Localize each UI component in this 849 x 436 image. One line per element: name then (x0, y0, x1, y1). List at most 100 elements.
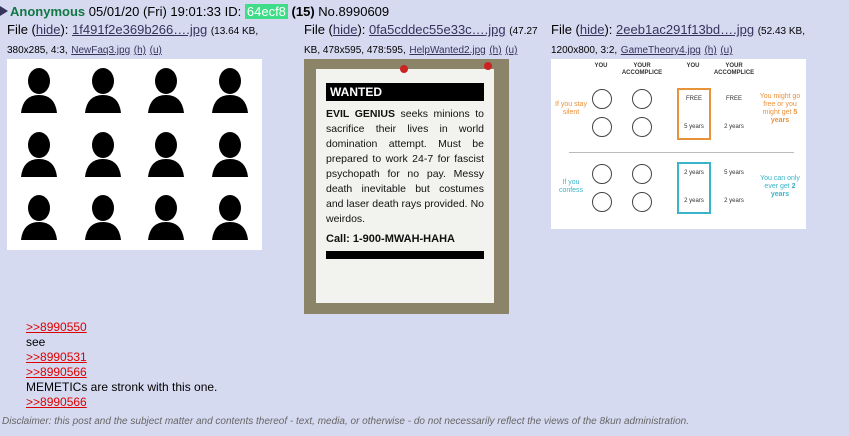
faq-label: WriteFag (147, 112, 186, 121)
file-info-1: File (hide): 1f491f2e369b266….jpg (13.64… (7, 21, 277, 59)
faq-cell: WriteFag (135, 59, 199, 123)
unhide-link[interactable]: (u) (720, 45, 732, 56)
quote-link[interactable]: >>8990550 (26, 320, 87, 334)
quote-link[interactable]: >>8990531 (26, 350, 87, 364)
file-name-link[interactable]: 2eeb1ac291f13bd….jpg (616, 22, 754, 37)
quote-link[interactable]: >>8990566 (26, 365, 87, 379)
outcome-free-2: FREE (725, 96, 742, 102)
silhouette-icon (20, 68, 57, 113)
original-filename-link[interactable]: GameTheory4.jpg (621, 45, 701, 56)
silhouette-icon (84, 195, 121, 241)
shocked-face-icon (632, 117, 652, 137)
label-confess: If you confess (558, 179, 584, 194)
separator: ): (357, 22, 370, 37)
faq-cell: EuroFag (198, 59, 262, 123)
file-meta-2: 380x285, 4:3, (7, 45, 68, 56)
note-confess: You can only ever get 2 years (757, 175, 803, 199)
faq-cell: PhotoFag (135, 186, 199, 250)
faq-label: MovieFag (210, 240, 250, 248)
faq-label: PhotoFag (146, 240, 186, 248)
outcome-two: 2 years (724, 124, 744, 130)
hide-file-link[interactable]: hide (36, 22, 61, 37)
unhide-link[interactable]: (u) (150, 45, 162, 56)
neutral-face-icon (592, 117, 612, 137)
post-body: >>8990550 see >>8990531 >>8990566 MEMETI… (26, 320, 217, 410)
label-stay-silent: If you stay silent (555, 101, 587, 116)
neutral-face-icon (592, 89, 612, 109)
file-name-link[interactable]: 0fa5cddec55e33c….jpg (369, 22, 506, 37)
post-header: Anonymous 05/01/20 (Fri) 19:01:33 ID: 64… (0, 4, 389, 20)
file-meta: (13.64 KB, (210, 26, 259, 37)
faq-label: VeganFag (209, 176, 251, 185)
file-name-link[interactable]: 1f491f2e369b266….jpg (72, 22, 207, 37)
wanted-poster: WANTED EVIL GENIUS seeks minions to sacr… (316, 69, 494, 303)
reply-count: (15) (291, 4, 315, 19)
hide-image-link[interactable]: (h) (489, 45, 501, 56)
hide-file-link[interactable]: hide (333, 22, 358, 37)
thumbnail-gametheory[interactable]: YOU YOUR ACCOMPLICE YOU YOUR ACCOMPLICE … (551, 59, 806, 229)
shocked-face-icon (592, 192, 612, 212)
faq-label: ArtFag (88, 112, 118, 121)
quote-link[interactable]: >>8990566 (26, 395, 87, 409)
faq-label: ITFag (28, 240, 50, 248)
faq-label: EuroFag (212, 112, 248, 121)
outcome-two-3: 2 years (684, 170, 704, 176)
wanted-call: Call: 1-900-MWAH-HAHA (326, 233, 455, 245)
post-number-link[interactable]: No.8990609 (318, 4, 389, 19)
silhouette-icon (148, 195, 185, 241)
pushpin-icon (400, 65, 408, 73)
post-date: 05/01/20 (Fri) 19:01:33 (88, 4, 221, 19)
separator: ): (60, 22, 73, 37)
outcome-free: FREE (685, 96, 702, 102)
faq-cell: ArmyFags (71, 186, 135, 250)
faq-cell: MoralFag (7, 59, 71, 123)
wanted-body: EVIL GENIUS seeks minions to sacrifice t… (326, 107, 484, 227)
original-filename-link[interactable]: NewFaq3.jpg (71, 45, 130, 56)
file-meta-2: 1200x800, 3:2, (551, 45, 618, 56)
poster-id-badge[interactable]: 64ecf8 (244, 4, 288, 19)
file-info-3: File (hide): 2eeb1ac291f13bd….jpg (52.43… (551, 21, 841, 59)
outcome-two-4: 2 years (684, 198, 704, 204)
file-label: File ( (7, 22, 36, 37)
faq-label: OldFag (151, 176, 182, 185)
faq-cell: OldFag (135, 123, 199, 187)
post-menu-arrow-icon[interactable] (0, 6, 8, 16)
original-filename-link[interactable]: HelpWanted2.jpg (409, 45, 485, 56)
separator: ): (604, 22, 617, 37)
faq-label: DrawFag (20, 176, 58, 185)
poster-name: Anonymous (10, 4, 86, 19)
file-meta: (47.27 (509, 26, 538, 37)
file-info-2: File (hide): 0fa5cddec55e33c….jpg (47.27… (304, 21, 544, 59)
file-label: File ( (551, 22, 580, 37)
thumbnail-helpwanted[interactable]: WANTED EVIL GENIUS seeks minions to sacr… (304, 59, 509, 314)
unhide-link[interactable]: (u) (505, 45, 517, 56)
silhouette-icon (212, 131, 249, 177)
wanted-title: WANTED (326, 83, 484, 101)
silhouette-icon (84, 68, 121, 113)
outcome-five-2: 5 years (724, 170, 744, 176)
file-label: File ( (304, 22, 333, 37)
wanted-text: seeks minions to sacrifice their lives i… (326, 108, 485, 225)
silhouette-icon (20, 131, 57, 177)
faq-cell: VeganFag (198, 123, 262, 187)
silhouette-icon (148, 131, 185, 177)
faq-cell: NewFag (71, 123, 135, 187)
faq-cell: ArtFag (71, 59, 135, 123)
hide-image-link[interactable]: (h) (704, 45, 716, 56)
faq-silhouette-grid: MoralFag ArtFag WriteFag EuroFag DrawFag NewF… (7, 59, 262, 250)
neutral-face-icon (632, 89, 652, 109)
header-you-2: YOU (686, 63, 700, 69)
faq-cell: MovieFag (198, 186, 262, 250)
file-meta: (52.43 KB, (757, 26, 805, 37)
thumbnail-newfaq[interactable]: MoralFag ArtFag WriteFag EuroFag DrawFag NewF… (7, 59, 262, 250)
silhouette-icon (20, 195, 57, 241)
hide-image-link[interactable]: (h) (134, 45, 146, 56)
hide-file-link[interactable]: hide (580, 22, 605, 37)
faq-cell: ITFag (7, 186, 71, 250)
faq-label: NewFag (87, 176, 119, 185)
outcome-five: 5 years (684, 124, 704, 130)
shocked-face-icon (592, 164, 612, 184)
wanted-bottom-bar (326, 251, 484, 259)
id-label: ID: (224, 4, 242, 19)
faq-label: ArmyFags (82, 240, 124, 248)
